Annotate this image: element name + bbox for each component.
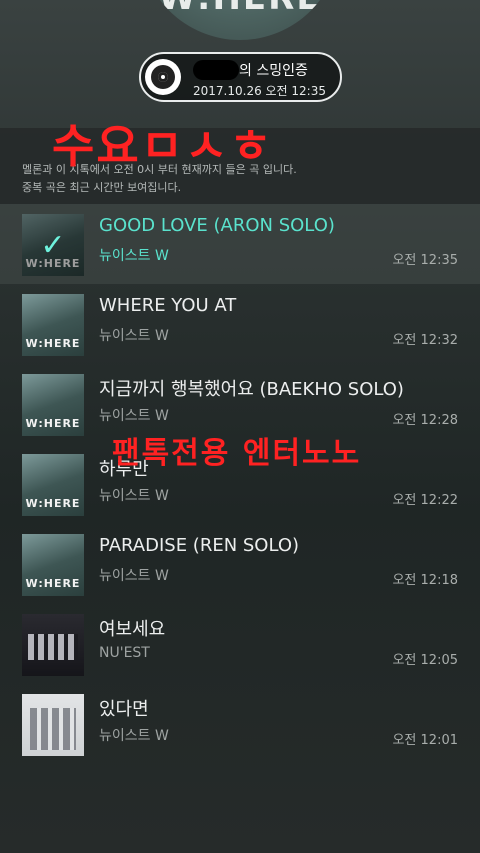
album-thumb: W:HERE xyxy=(22,454,84,516)
album-thumb: W:HERE ✓ xyxy=(22,214,84,276)
track-artist: 뉴이스트 W xyxy=(99,568,169,584)
album-thumb: W:HERE xyxy=(22,294,84,356)
track-time: 오전 12:18 xyxy=(392,573,458,588)
track-artist: NU'EST xyxy=(99,645,150,661)
track-title: 지금까지 행복했어요 (BAEKHO SOLO) xyxy=(99,379,404,400)
track-title: 있다면 xyxy=(99,699,149,720)
album-thumb: W:HERE xyxy=(22,374,84,436)
disc-icon xyxy=(145,59,181,95)
track-row[interactable]: 여보세요 NU'EST 오전 12:05 xyxy=(0,604,480,684)
redacted-username xyxy=(193,60,239,80)
album-art-header: W:HERE xyxy=(140,0,340,40)
track-title: 여보세요 xyxy=(99,619,166,640)
track-row[interactable]: 있다면 뉴이스트 W 오전 12:01 xyxy=(0,684,480,764)
album-thumb xyxy=(22,694,84,756)
checkmark-icon: ✓ xyxy=(22,214,84,276)
track-row[interactable]: W:HERE ✓ GOOD LOVE (ARON SOLO) 뉴이스트 W 오전… xyxy=(0,204,480,284)
track-time: 오전 12:32 xyxy=(392,333,458,348)
track-row[interactable]: W:HERE WHERE YOU AT 뉴이스트 W 오전 12:32 xyxy=(0,284,480,364)
track-artist: 뉴이스트 W xyxy=(99,328,169,344)
info-line-2: 중복 곡은 최근 시간만 보여집니다. xyxy=(22,181,182,194)
track-time: 오전 12:35 xyxy=(392,253,458,268)
badge-date: 2017.10.26 오전 12:35 xyxy=(193,84,326,98)
track-artist: 뉴이스트 W xyxy=(99,488,169,504)
track-title: PARADISE (REN SOLO) xyxy=(99,535,300,556)
track-artist: 뉴이스트 W xyxy=(99,408,169,424)
track-time: 오전 12:28 xyxy=(392,413,458,428)
overlay-text-top: 수요ㅁㅅㅎ xyxy=(52,119,274,173)
track-title: WHERE YOU AT xyxy=(99,295,237,316)
streaming-proof-badge: 의 스밍인증 2017.10.26 오전 12:35 xyxy=(139,52,342,102)
track-title: GOOD LOVE (ARON SOLO) xyxy=(99,215,335,236)
track-artist: 뉴이스트 W xyxy=(99,248,169,264)
album-art-text: W:HERE xyxy=(140,0,340,18)
overlay-text-middle: 팬톡전용 엔터노노 xyxy=(112,436,362,471)
track-artist: 뉴이스트 W xyxy=(99,728,169,744)
badge-title: 의 스밍인증 xyxy=(239,63,308,79)
track-time: 오전 12:01 xyxy=(392,733,458,748)
track-time: 오전 12:22 xyxy=(392,493,458,508)
album-thumb: W:HERE xyxy=(22,534,84,596)
track-time: 오전 12:05 xyxy=(392,653,458,668)
album-thumb xyxy=(22,614,84,676)
track-row[interactable]: W:HERE PARADISE (REN SOLO) 뉴이스트 W 오전 12:… xyxy=(0,524,480,604)
